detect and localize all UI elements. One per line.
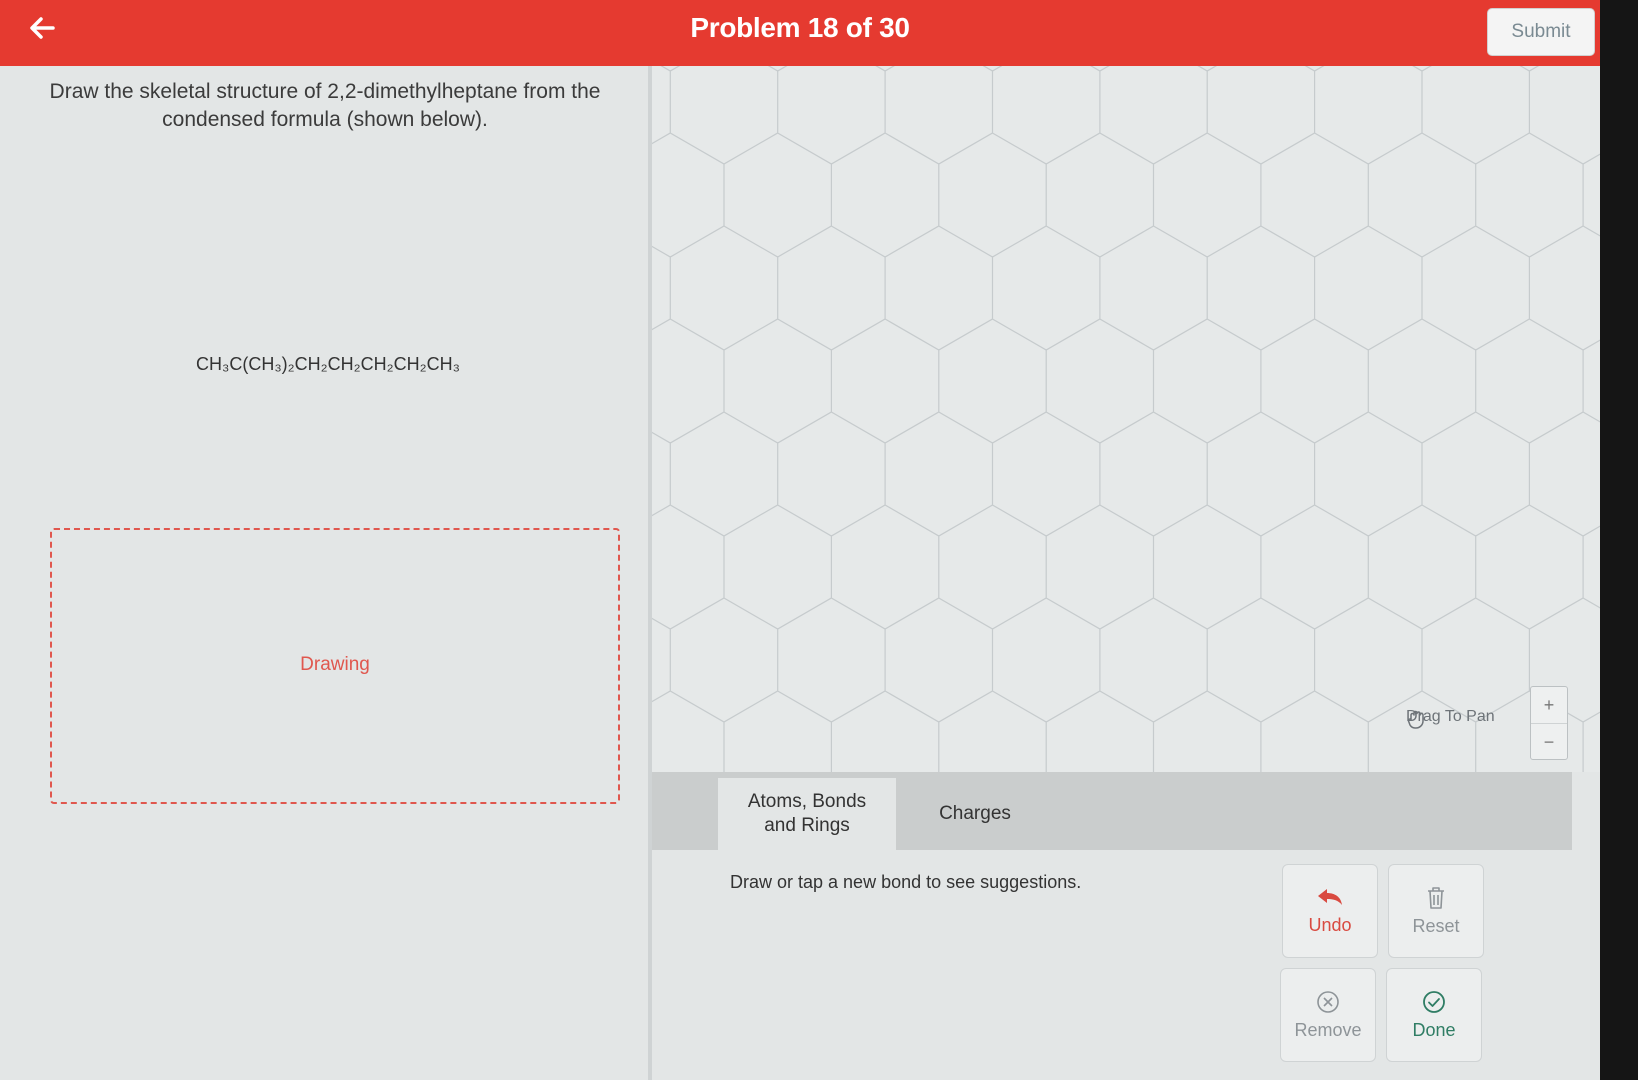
header-bar: Problem 18 of 30 Submit bbox=[0, 0, 1600, 66]
hex-grid-lines bbox=[652, 66, 1600, 772]
trash-icon bbox=[1428, 886, 1444, 909]
app-screen: Problem 18 of 30 Submit Draw the skeleta… bbox=[0, 0, 1600, 1080]
drawing-label: Drawing bbox=[300, 654, 370, 675]
question-prompt: Draw the skeletal structure of 2,2-dimet… bbox=[49, 80, 601, 131]
drawing-canvas[interactable]: Drag To Pan + − bbox=[652, 66, 1600, 772]
question-panel: Draw the skeletal structure of 2,2-dimet… bbox=[0, 66, 648, 1080]
submit-button[interactable]: Submit bbox=[1487, 8, 1595, 56]
tool-tabs-bar: Atoms, Bonds and Rings Charges bbox=[652, 772, 1572, 850]
hex-grid bbox=[652, 66, 1600, 772]
drag-to-pan-hint: Drag To Pan bbox=[1406, 708, 1495, 729]
reset-button[interactable]: Reset bbox=[1388, 864, 1484, 958]
drawing-answer-box[interactable]: Drawing bbox=[50, 528, 620, 804]
zoom-in-button[interactable]: + bbox=[1531, 687, 1567, 724]
tab-charges[interactable]: Charges bbox=[910, 778, 1040, 850]
page-title: Problem 18 of 30 bbox=[690, 12, 910, 43]
zoom-control: + − bbox=[1530, 686, 1568, 760]
condensed-formula: CH₃C(CH₃)₂CH₂CH₂CH₂CH₂CH₃ bbox=[196, 354, 460, 374]
undo-icon bbox=[1318, 888, 1342, 905]
suggestion-hint: Draw or tap a new bond to see suggestion… bbox=[730, 872, 1082, 892]
tab-atoms-bonds-rings[interactable]: Atoms, Bonds and Rings bbox=[718, 778, 896, 850]
remove-button[interactable]: Remove bbox=[1280, 968, 1376, 1062]
undo-button[interactable]: Undo bbox=[1282, 864, 1378, 958]
remove-circle-icon bbox=[1317, 990, 1339, 1013]
tool-panel: Draw or tap a new bond to see suggestion… bbox=[652, 850, 1600, 1080]
done-button[interactable]: Done bbox=[1386, 968, 1482, 1062]
hand-icon bbox=[1407, 710, 1424, 729]
zoom-out-button[interactable]: − bbox=[1531, 724, 1567, 760]
check-circle-icon bbox=[1423, 990, 1445, 1013]
